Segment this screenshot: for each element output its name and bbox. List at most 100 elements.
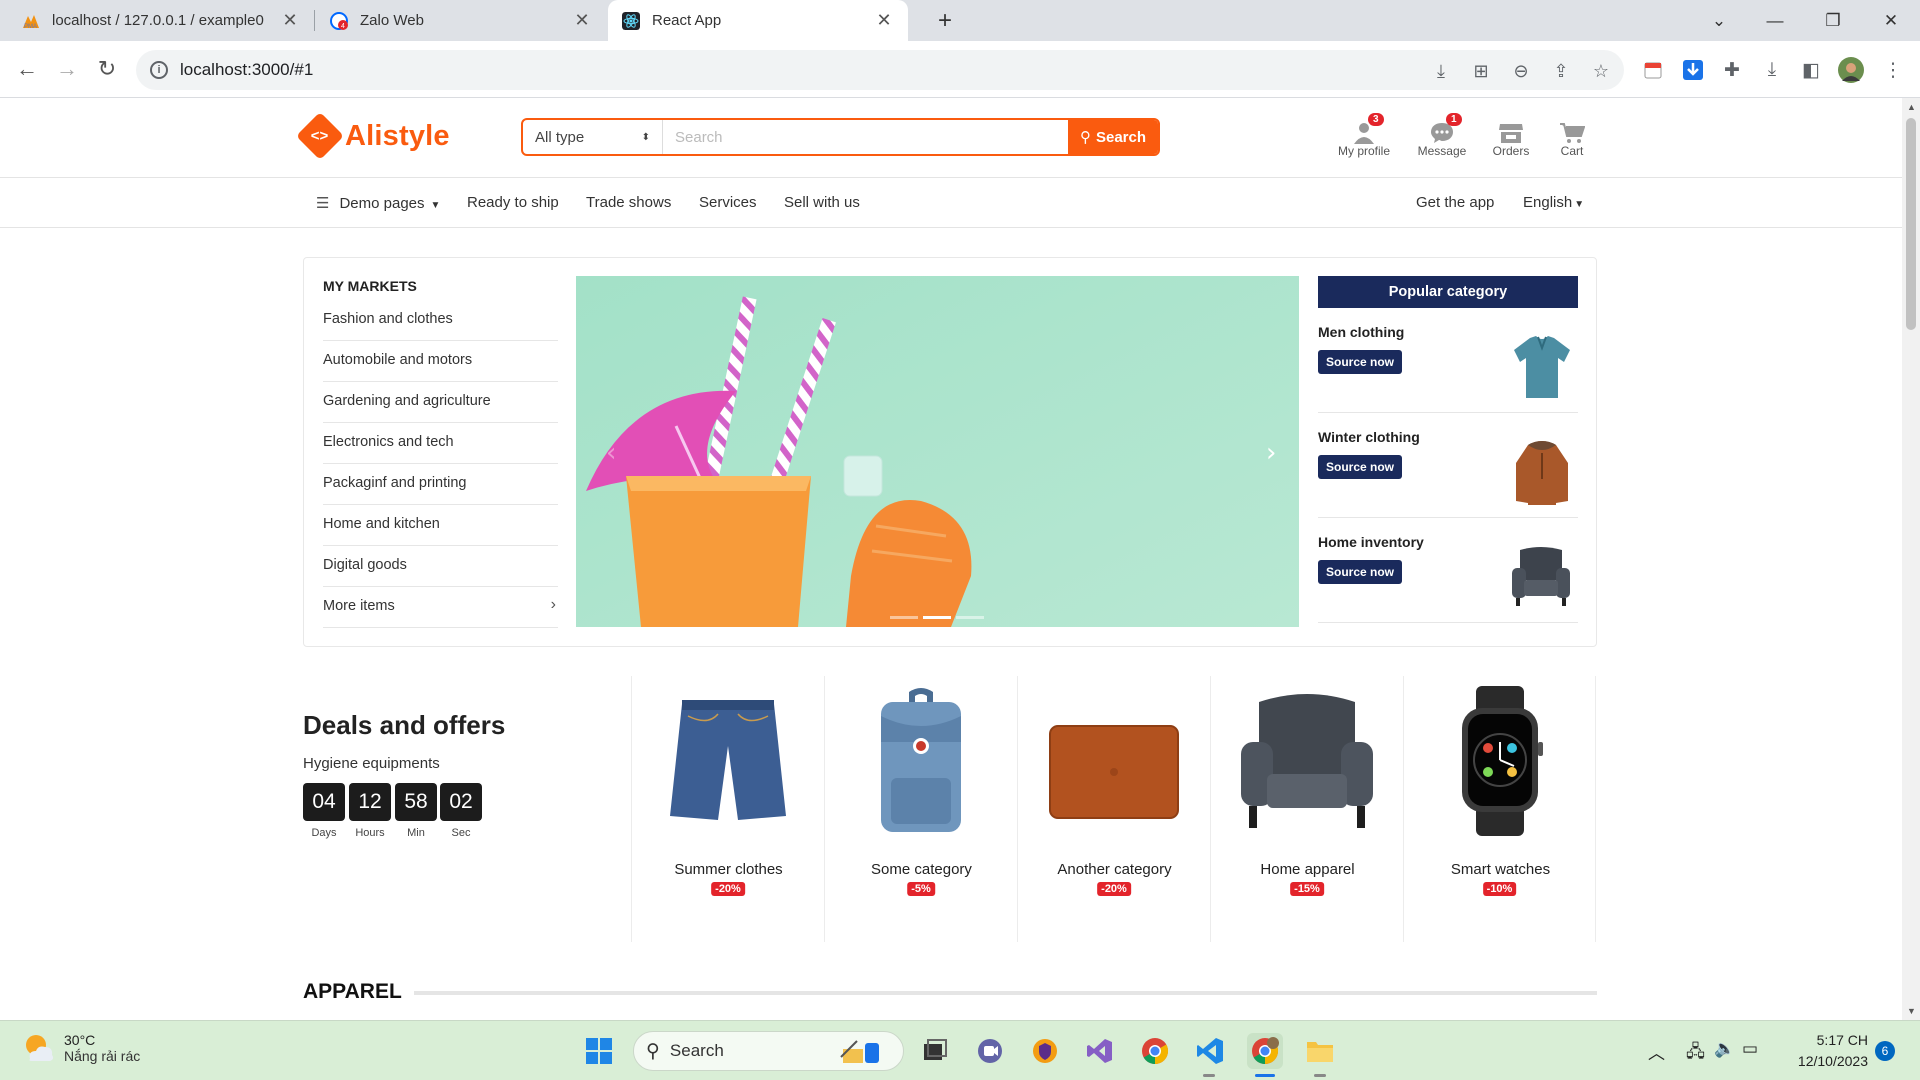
teams-chat-icon[interactable] [972, 1033, 1008, 1069]
weather-desc: Nắng rải rác [64, 1048, 141, 1064]
banner-carousel[interactable]: › ‹ [576, 276, 1299, 627]
minimize-icon[interactable]: — [1746, 0, 1804, 41]
running-indicator [1203, 1074, 1215, 1077]
deal-name: Another category [1057, 861, 1172, 878]
demo-pages-dropdown[interactable]: ☰ Demo pages ▼ [316, 194, 440, 212]
chrome-profile-icon[interactable] [1247, 1033, 1283, 1069]
notification-count-badge[interactable]: 6 [1875, 1041, 1895, 1061]
deal-item[interactable]: Another category -20% [1017, 676, 1210, 942]
forward-arrow-icon[interactable]: → [49, 51, 85, 87]
volume-icon[interactable]: 🔈 [1714, 1039, 1735, 1059]
task-view-icon[interactable] [917, 1033, 953, 1069]
market-item[interactable]: Packaginf and printing [323, 464, 558, 505]
widget-label: Message [1417, 144, 1467, 158]
side-panel-icon[interactable]: ◧ [1798, 57, 1824, 83]
source-now-button[interactable]: Source now [1318, 350, 1403, 374]
popular-item-title: Men clothing [1318, 324, 1405, 340]
close-tab-icon[interactable]: ✕ [280, 10, 300, 31]
translate-icon[interactable]: ⊞ [1470, 60, 1492, 82]
downloads-icon[interactable]: ⤓ [1759, 57, 1785, 83]
nav-ready-to-ship[interactable]: Ready to ship [467, 194, 559, 211]
windows-taskbar: 30°C Nắng rải rác ⚲ Search ︿ 🖧 🔈 ▭ 5:17 … [0, 1020, 1920, 1080]
windows-start-icon[interactable] [581, 1033, 617, 1069]
network-icon[interactable]: 🖧 [1686, 1039, 1705, 1068]
zoom-icon[interactable]: ⊖ [1510, 60, 1532, 82]
market-item[interactable]: Home and kitchen [323, 505, 558, 546]
close-tab-icon[interactable]: ✕ [572, 10, 592, 31]
nav-trade-shows[interactable]: Trade shows [586, 194, 671, 211]
install-app-icon[interactable]: ⤓ [1430, 60, 1452, 82]
market-item[interactable]: Gardening and agriculture [323, 382, 558, 423]
file-explorer-icon[interactable] [1302, 1033, 1338, 1069]
chrome-menu-icon[interactable]: ⋮ [1880, 57, 1906, 83]
cart-link[interactable]: Cart [1536, 118, 1608, 158]
market-item[interactable]: Digital goods [323, 546, 558, 587]
calendar-extension-icon[interactable] [1640, 57, 1666, 83]
chrome-icon[interactable] [1137, 1033, 1173, 1069]
reload-icon[interactable]: ↻ [89, 51, 125, 87]
back-arrow-icon[interactable]: ← [9, 51, 45, 87]
site-info-icon[interactable]: i [150, 61, 168, 79]
close-tab-icon[interactable]: ✕ [874, 10, 894, 31]
taskbar-search-label: Search [669, 1041, 724, 1060]
section-divider [413, 991, 1597, 995]
tab-search-chevron-icon[interactable]: ⌄ [1690, 0, 1748, 41]
scroll-down-arrow-icon[interactable]: ▼ [1907, 1006, 1916, 1016]
page-scrollbar[interactable]: ▲ ▼ [1902, 98, 1920, 1020]
browser-tab-zalo[interactable]: 4 Zalo Web ✕ [316, 0, 606, 41]
scroll-up-arrow-icon[interactable]: ▲ [1907, 102, 1916, 112]
deal-item[interactable]: Summer clothes -20% [631, 676, 824, 942]
scrollbar-thumb[interactable] [1906, 118, 1916, 330]
market-item[interactable]: Automobile and motors [323, 341, 558, 382]
logo[interactable]: <> Alistyle [295, 111, 450, 161]
deal-item[interactable]: Some category -5% [824, 676, 1017, 942]
get-the-app-link[interactable]: Get the app [1416, 194, 1494, 211]
visual-studio-icon[interactable] [1082, 1033, 1118, 1069]
tab-separator [314, 10, 315, 31]
market-item[interactable]: Fashion and clothes [323, 300, 558, 341]
deal-item[interactable]: Home apparel -15% [1210, 676, 1403, 942]
countdown-days: 04 Days [303, 783, 345, 839]
market-item-more[interactable]: More items › [323, 587, 558, 628]
search-icon: ⚲ [1079, 129, 1091, 146]
tray-overflow-chevron-icon[interactable]: ︿ [1648, 1039, 1665, 1064]
taskbar-search[interactable]: ⚲ Search [633, 1031, 904, 1071]
close-window-icon[interactable]: ✕ [1862, 0, 1920, 41]
tab-title: React App [652, 12, 722, 29]
vscode-icon[interactable] [1192, 1033, 1228, 1069]
battery-icon[interactable]: ▭ [1742, 1039, 1758, 1059]
search-input[interactable] [663, 120, 1068, 154]
timer-label: Hours [355, 827, 385, 839]
download-manager-icon[interactable] [1680, 57, 1706, 83]
timer-value: 12 [349, 783, 391, 821]
search-button[interactable]: ⚲ Search [1068, 120, 1158, 154]
message-icon: 1 [1406, 113, 1478, 144]
profile-avatar[interactable] [1838, 57, 1864, 83]
extensions-puzzle-icon[interactable]: ✚ [1719, 57, 1745, 83]
running-indicator [1314, 1074, 1326, 1077]
phpmyadmin-icon: PMA [23, 14, 39, 30]
vpn-app-icon[interactable] [1027, 1033, 1063, 1069]
category-select[interactable]: All type ⬍ [523, 120, 663, 154]
new-tab-icon[interactable]: + [916, 0, 974, 41]
share-icon[interactable]: ⇪ [1550, 60, 1572, 82]
weather-widget[interactable]: 30°C Nắng rải rác [22, 1031, 140, 1065]
laptop-sleeve-icon [1049, 725, 1179, 819]
browser-tab-phpmyadmin[interactable]: PMA localhost / 127.0.0.1 / example0 ✕ [8, 0, 314, 41]
my-profile-link[interactable]: 3 My profile [1328, 113, 1400, 158]
system-clock[interactable]: 5:17 CH 12/10/2023 [1780, 1030, 1868, 1072]
deal-item[interactable]: Smart watches -10% [1403, 676, 1596, 942]
source-now-button[interactable]: Source now [1318, 560, 1403, 584]
restore-icon[interactable]: ❐ [1804, 0, 1862, 41]
message-link[interactable]: 1 Message [1406, 113, 1478, 158]
jacket-icon [1516, 441, 1568, 505]
source-now-button[interactable]: Source now [1318, 455, 1403, 479]
nav-sell-with-us[interactable]: Sell with us [784, 194, 860, 211]
address-bar[interactable]: i localhost:3000/#1 ⤓ ⊞ ⊖ ⇪ ☆ [136, 50, 1624, 90]
bookmark-star-icon[interactable]: ☆ [1590, 60, 1612, 82]
nav-services[interactable]: Services [699, 194, 757, 211]
market-item[interactable]: Electronics and tech [323, 423, 558, 464]
active-indicator [1255, 1074, 1275, 1077]
browser-tab-react-app[interactable]: React App ✕ [608, 0, 908, 41]
language-dropdown[interactable]: English ▼ [1523, 194, 1584, 211]
